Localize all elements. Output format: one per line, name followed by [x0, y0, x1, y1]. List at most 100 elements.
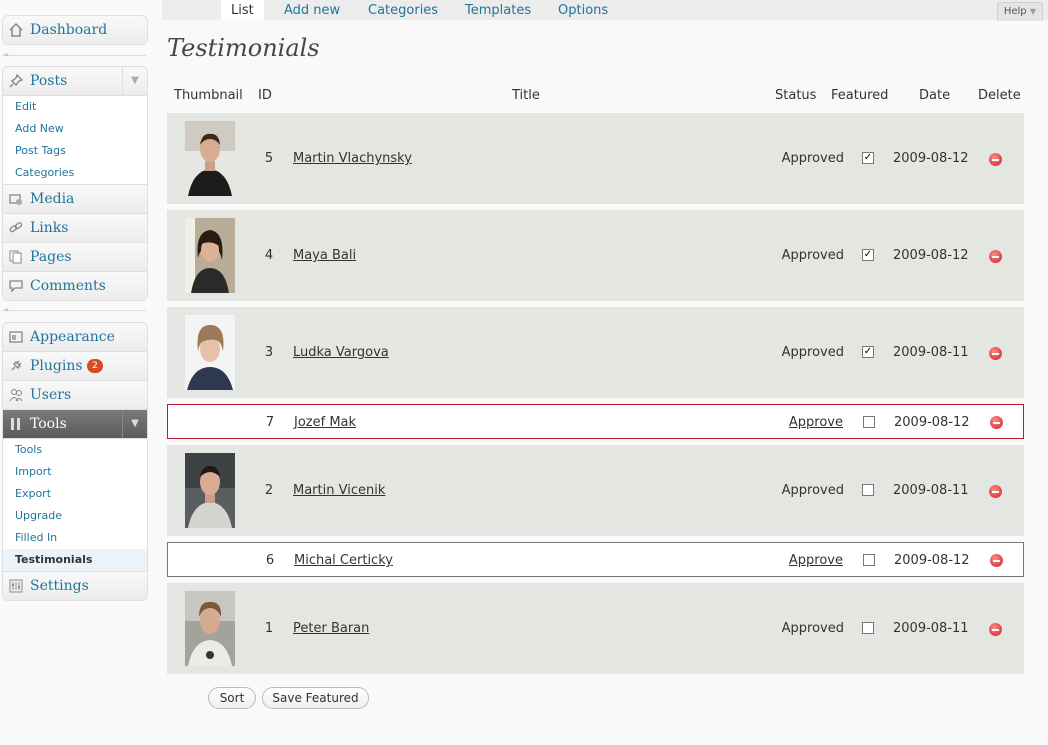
delete-icon[interactable]	[989, 347, 1002, 360]
delete-icon[interactable]	[989, 623, 1002, 636]
settings-icon	[9, 579, 23, 593]
home-icon	[9, 23, 23, 37]
row-id: 3	[264, 345, 274, 360]
row-status: Approved	[781, 345, 844, 360]
tools-submenu: Tools Import Export Upgrade Filled In Te…	[3, 439, 147, 572]
featured-checkbox[interactable]	[863, 554, 875, 566]
row-title-link[interactable]: Martin Vlachynsky	[293, 151, 412, 166]
column-header-date: Date	[919, 88, 951, 103]
featured-checkbox[interactable]: ✓	[862, 249, 874, 261]
row-date: 2009-08-11	[893, 621, 969, 636]
column-header-status: Status	[775, 88, 817, 103]
tab-add-new[interactable]: Add new	[274, 0, 350, 20]
menu-group-dashboard: Dashboard	[2, 15, 148, 45]
column-header-id: ID	[258, 88, 272, 103]
menu-settings[interactable]: Settings	[3, 572, 147, 600]
column-header-featured: Featured	[831, 88, 889, 103]
menu-links[interactable]: Links	[3, 214, 147, 243]
table-row-pending: 6 Michal Certicky Approve 2009-08-12	[167, 542, 1024, 577]
column-header-delete: Delete	[978, 88, 1021, 103]
chevron-down-icon[interactable]: ▼	[122, 67, 147, 95]
plugins-update-badge: 2	[87, 359, 104, 373]
featured-checkbox[interactable]: ✓	[862, 152, 874, 164]
submenu-import[interactable]: Import	[3, 461, 147, 483]
tab-options[interactable]: Options	[548, 0, 618, 20]
featured-checkbox[interactable]	[863, 416, 875, 428]
menu-plugins[interactable]: Plugins 2	[3, 352, 147, 381]
row-title-link[interactable]: Ludka Vargova	[293, 345, 389, 360]
row-title-link[interactable]: Michal Certicky	[294, 553, 393, 568]
page-title: Testimonials	[167, 34, 320, 62]
thumbnail-image[interactable]	[185, 121, 235, 196]
thumbnail-image[interactable]	[185, 315, 235, 390]
menu-group-content: Posts ▼ Edit Add New Post Tags Categorie…	[2, 66, 148, 301]
tab-list[interactable]: List	[221, 0, 264, 20]
row-title-link[interactable]: Jozef Mak	[294, 415, 356, 430]
comment-icon	[9, 280, 23, 293]
save-featured-button[interactable]: Save Featured	[262, 687, 369, 709]
submenu-export[interactable]: Export	[3, 483, 147, 505]
help-button[interactable]: Help ▼	[996, 2, 1043, 21]
pages-icon	[9, 250, 22, 264]
featured-checkbox[interactable]	[862, 622, 874, 634]
sort-button[interactable]: Sort	[208, 687, 256, 709]
plug-icon	[11, 360, 22, 371]
help-label: Help	[1003, 6, 1027, 17]
approve-link[interactable]: Approve	[789, 553, 843, 568]
delete-icon[interactable]	[989, 485, 1002, 498]
tab-templates[interactable]: Templates	[455, 0, 541, 20]
plugin-tab-bar: List Add new Categories Templates Option…	[162, 0, 1048, 21]
pin-icon	[9, 74, 23, 88]
menu-tools[interactable]: Tools ▼	[3, 410, 147, 439]
delete-icon[interactable]	[990, 416, 1003, 429]
delete-icon[interactable]	[990, 554, 1003, 567]
submenu-testimonials[interactable]: Testimonials	[3, 549, 147, 571]
submenu-categories[interactable]: Categories	[3, 162, 147, 184]
row-id: 1	[264, 621, 274, 636]
delete-icon[interactable]	[989, 250, 1002, 263]
menu-posts[interactable]: Posts ▼	[3, 67, 147, 96]
table-row: 2 Martin Vicenik Approved 2009-08-11	[167, 445, 1024, 536]
menu-pages-label: Pages	[30, 249, 72, 265]
featured-checkbox[interactable]: ✓	[862, 346, 874, 358]
menu-media[interactable]: Media	[3, 185, 147, 214]
menu-users[interactable]: Users	[3, 381, 147, 410]
submenu-tools[interactable]: Tools	[3, 439, 147, 461]
menu-tools-label: Tools	[30, 416, 67, 432]
row-title-link[interactable]: Maya Bali	[293, 248, 356, 263]
menu-group-admin: Appearance Plugins 2 Users Tools ▼ Tools…	[2, 322, 148, 601]
submenu-edit[interactable]: Edit	[3, 96, 147, 118]
collapse-arrow-icon[interactable]: «	[4, 305, 9, 314]
thumbnail-image[interactable]	[185, 453, 235, 528]
column-header-thumbnail: Thumbnail	[174, 88, 243, 103]
menu-appearance[interactable]: Appearance	[3, 323, 147, 352]
column-header-title: Title	[512, 88, 540, 103]
row-id: 6	[265, 553, 275, 568]
row-title-link[interactable]: Martin Vicenik	[293, 483, 385, 498]
menu-dashboard[interactable]: Dashboard	[3, 16, 147, 44]
submenu-upgrade[interactable]: Upgrade	[3, 505, 147, 527]
table-row: 3 Ludka Vargova Approved ✓ 2009-08-11	[167, 307, 1024, 398]
submenu-post-tags[interactable]: Post Tags	[3, 140, 147, 162]
chevron-down-icon: ▼	[1029, 7, 1036, 16]
approve-link[interactable]: Approve	[789, 415, 843, 430]
menu-posts-label: Posts	[30, 73, 68, 89]
tab-categories[interactable]: Categories	[358, 0, 448, 20]
table-row-pending: 7 Jozef Mak Approve 2009-08-12	[167, 404, 1024, 439]
row-title-link[interactable]: Peter Baran	[293, 621, 369, 636]
menu-plugins-label: Plugins	[30, 358, 83, 374]
menu-dashboard-label: Dashboard	[30, 22, 108, 38]
menu-links-label: Links	[30, 220, 69, 236]
collapse-arrow-icon[interactable]: «	[4, 50, 9, 59]
submenu-add-new[interactable]: Add New	[3, 118, 147, 140]
table-row: 5 Martin Vlachynsky Approved ✓ 2009-08-1…	[167, 113, 1024, 204]
chevron-down-icon[interactable]: ▼	[122, 410, 147, 438]
menu-pages[interactable]: Pages	[3, 243, 147, 272]
featured-checkbox[interactable]	[862, 484, 874, 496]
thumbnail-image[interactable]	[185, 591, 235, 666]
users-icon	[9, 389, 23, 402]
delete-icon[interactable]	[989, 153, 1002, 166]
submenu-filled-in[interactable]: Filled In	[3, 527, 147, 549]
thumbnail-image[interactable]	[185, 218, 235, 293]
menu-comments[interactable]: Comments	[3, 272, 147, 300]
